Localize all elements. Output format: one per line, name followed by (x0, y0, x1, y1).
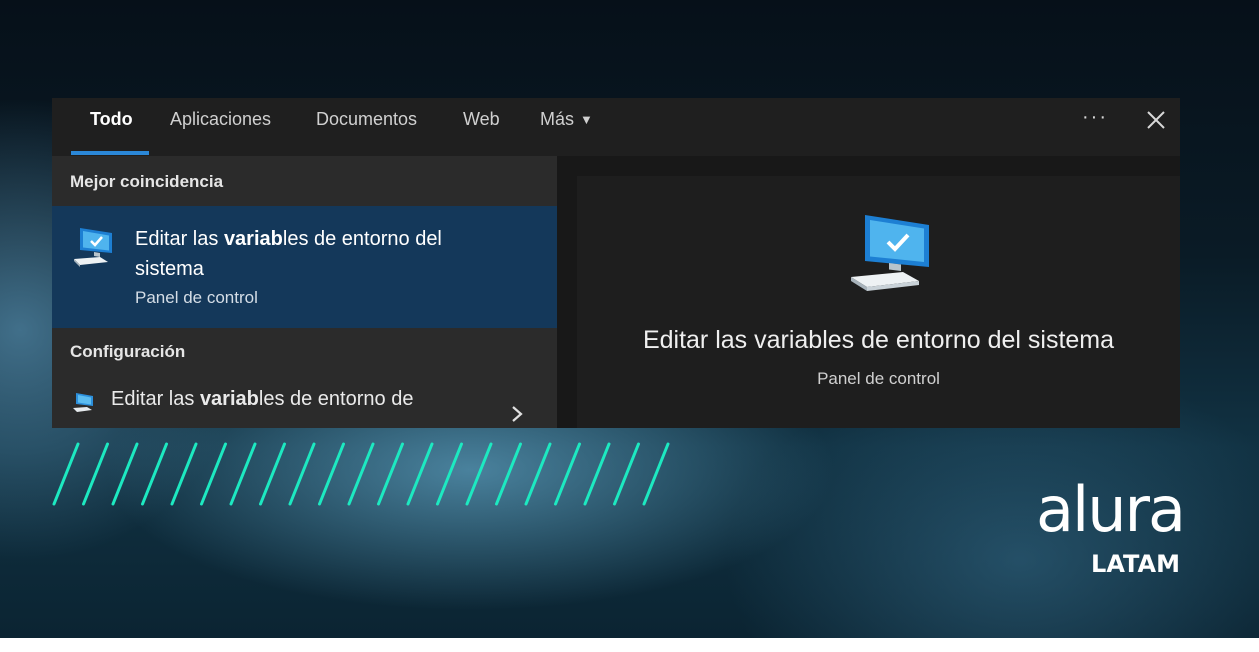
section-best-match: Mejor coincidencia (70, 172, 224, 191)
more-options-button[interactable]: ··· (1082, 98, 1108, 140)
tab-documentos[interactable]: Documentos (316, 98, 417, 140)
stripe-line (288, 442, 316, 506)
preview-title: Editar las variables de entorno del sist… (642, 326, 1115, 354)
monitor-icon (73, 393, 93, 412)
tab-label: Más (540, 109, 575, 129)
preview-subtitle: Panel de control (817, 369, 940, 388)
settings-result-title: Editar las variables de entorno de (111, 388, 414, 410)
tab-label: Web (463, 109, 500, 129)
best-match-subtitle: Panel de control (135, 288, 258, 307)
stripe-line (495, 442, 522, 506)
results-pane: Mejor coincidencia Editar las variables … (52, 156, 557, 428)
stripe-line (141, 442, 168, 506)
stripe-line (613, 442, 640, 506)
stripe-line (82, 442, 109, 506)
best-match-result[interactable]: Editar las variables de entorno del sist… (52, 206, 557, 328)
tab-label: Todo (90, 109, 133, 129)
monitor-icon (851, 215, 929, 291)
tab-todo[interactable]: Todo (90, 98, 133, 140)
stripe-line (347, 442, 375, 506)
tab-label: Aplicaciones (170, 109, 272, 129)
tab-label: Documentos (316, 109, 418, 129)
close-icon[interactable] (1144, 108, 1168, 132)
banner-background: Todo Aplicaciones Documentos Web Más ▼ ··… (0, 0, 1259, 638)
stripe-line (229, 442, 257, 506)
stripe-line (259, 442, 286, 506)
preview-card: Editar las variables de entorno del sist… (577, 176, 1180, 428)
stripe-line (111, 442, 139, 506)
logo-region: LATAM (1091, 550, 1180, 578)
stripe-line (200, 442, 227, 506)
preview-pane: Editar las variables de entorno del sist… (557, 156, 1180, 428)
settings-result[interactable]: Editar las variables de entorno de (52, 384, 557, 428)
stripe-line (52, 442, 80, 506)
stripe-line (524, 442, 552, 506)
monitor-icon (74, 228, 112, 267)
alura-logo: alura LATAM (1032, 473, 1186, 588)
decorative-stripes (52, 442, 670, 506)
tab-mas[interactable]: Más ▼ (540, 98, 593, 140)
stripe-line (583, 442, 611, 506)
search-tabs: Todo Aplicaciones Documentos Web Más ▼ ··… (52, 98, 1180, 156)
stripe-line (554, 442, 581, 506)
chevron-down-icon: ▼ (580, 112, 593, 127)
best-match-title: Editar las variables de entorno del sist… (135, 228, 442, 280)
active-tab-indicator (71, 151, 149, 155)
highlight-text: variab (223, 228, 283, 250)
stripe-line (318, 442, 345, 506)
stripe-line (406, 442, 434, 506)
stripe-line (377, 442, 404, 506)
tab-web[interactable]: Web (463, 98, 500, 140)
section-settings: Configuración (70, 342, 186, 361)
highlight-text: variab (199, 388, 259, 410)
stripe-line (170, 442, 198, 506)
tab-aplicaciones[interactable]: Aplicaciones (170, 98, 271, 140)
search-window: Todo Aplicaciones Documentos Web Más ▼ ··… (52, 98, 1180, 428)
stripe-line (642, 442, 670, 506)
logo-wordmark: alura (1036, 473, 1186, 546)
stripe-line (436, 442, 463, 506)
stripe-line (465, 442, 493, 506)
chevron-right-icon[interactable] (510, 404, 524, 424)
